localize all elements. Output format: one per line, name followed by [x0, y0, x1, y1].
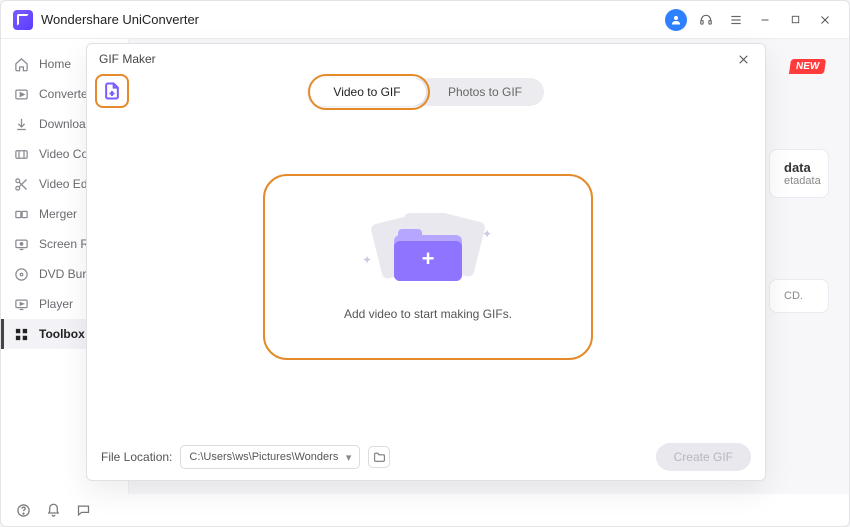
chevron-down-icon: ▾ [346, 451, 352, 464]
compress-icon [13, 146, 29, 162]
background-card-sub: etadata [784, 175, 814, 187]
bell-icon[interactable] [45, 502, 61, 518]
background-card-line: CD. [784, 290, 814, 302]
tab-video-to-gif[interactable]: Video to GIF [308, 78, 426, 106]
drop-zone[interactable]: + ✦ ✦ Add video to start making GIFs. [263, 174, 593, 360]
new-badge: NEW [789, 59, 826, 74]
folder-icon [373, 451, 386, 464]
sparkle-icon: ✦ [482, 227, 492, 241]
tab-photos-to-gif[interactable]: Photos to GIF [426, 78, 544, 106]
home-icon [13, 56, 29, 72]
scissors-icon [13, 176, 29, 192]
app-title: Wondershare UniConverter [41, 12, 199, 27]
file-location-select[interactable]: C:\Users\ws\Pictures\Wonders ▾ [180, 445, 360, 469]
mode-tabs: Video to GIF Photos to GIF [308, 78, 544, 106]
open-folder-button[interactable] [368, 446, 390, 468]
sparkle-icon: ✦ [362, 253, 372, 267]
dialog-header: GIF Maker [87, 44, 765, 74]
drop-hint: Add video to start making GIFs. [344, 307, 512, 321]
dialog-footer: File Location: C:\Users\ws\Pictures\Wond… [87, 434, 765, 480]
sidebar-item-label: Toolbox [39, 327, 85, 341]
merger-icon [13, 206, 29, 222]
title-bar: Wondershare UniConverter [1, 1, 849, 39]
sidebar-item-label: Player [39, 297, 73, 311]
player-icon [13, 296, 29, 312]
background-card-title: data [784, 160, 814, 175]
background-card: CD. [769, 279, 829, 313]
dialog-title: GIF Maker [99, 52, 156, 66]
dialog-close-button[interactable] [733, 49, 753, 69]
screen-recorder-icon [13, 236, 29, 252]
create-gif-button[interactable]: Create GIF [656, 443, 751, 471]
maximize-button[interactable] [783, 8, 807, 32]
headset-icon[interactable] [695, 9, 717, 31]
add-file-button[interactable] [95, 74, 129, 108]
menu-icon[interactable] [725, 9, 747, 31]
help-icon[interactable] [15, 502, 31, 518]
app-logo-icon [13, 10, 33, 30]
file-location-label: File Location: [101, 450, 172, 464]
download-icon [13, 116, 29, 132]
app-window: Wondershare UniConverter Home [0, 0, 850, 527]
close-window-button[interactable] [813, 8, 837, 32]
minimize-button[interactable] [753, 8, 777, 32]
background-card: data etadata [769, 149, 829, 198]
sidebar-item-label: Converter [39, 87, 92, 101]
status-bar [1, 494, 849, 526]
sidebar-item-label: Merger [39, 207, 77, 221]
gif-maker-dialog: GIF Maker Video to GIF Photos to GIF + ✦… [86, 43, 766, 481]
converter-icon [13, 86, 29, 102]
disc-icon [13, 266, 29, 282]
toolbox-icon [13, 326, 29, 342]
add-file-icon [102, 81, 122, 101]
user-icon[interactable] [665, 9, 687, 31]
sidebar-item-label: Home [39, 57, 71, 71]
drop-illustration: + ✦ ✦ [368, 213, 488, 293]
folder-plus-icon: + [394, 229, 462, 281]
file-location-path: C:\Users\ws\Pictures\Wonders [189, 451, 338, 463]
feedback-icon[interactable] [75, 502, 91, 518]
